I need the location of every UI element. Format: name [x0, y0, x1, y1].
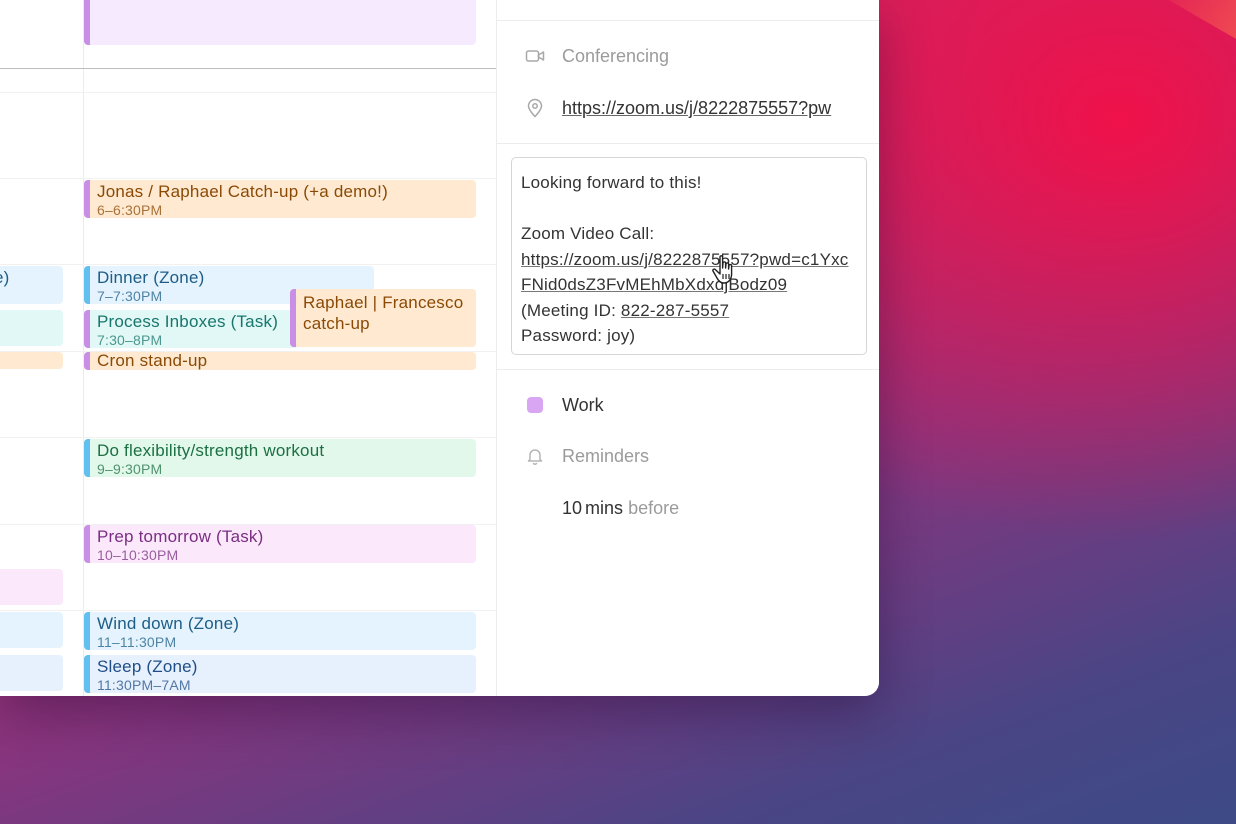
event-time: 11–11:30PM — [97, 634, 177, 650]
divider — [497, 369, 879, 370]
meeting-id-prefix: (Meeting ID: — [521, 300, 621, 320]
event-description[interactable]: Looking forward to this! Zoom Video Call… — [511, 157, 867, 355]
calendar-day-view: Jonas / Raphael Catch-up (+a demo!) 6–6:… — [0, 0, 496, 696]
event-title: Wind down (Zone) — [97, 614, 240, 633]
video-camera-icon — [525, 50, 545, 62]
description-line: Zoom Video Call: — [521, 224, 655, 243]
conferencing-row[interactable]: Conferencing — [497, 41, 879, 71]
calendar-event[interactable] — [0, 655, 63, 691]
calendar-event[interactable]: Sleep (Zone) 11:30PM–7AM — [84, 655, 476, 693]
event-title: Process Inboxes (Task) — [97, 312, 279, 331]
bell-icon — [527, 449, 543, 465]
location-link[interactable]: https://zoom.us/j/8222875557?pw — [562, 98, 831, 118]
event-title: Sleep (Zone) — [97, 657, 198, 676]
location-row[interactable]: https://zoom.us/j/8222875557?pw — [497, 93, 879, 123]
hour-line — [0, 610, 496, 611]
calendar-name: Work — [562, 395, 604, 415]
hour-line — [0, 92, 496, 93]
event-details-panel: Conferencing https://zoom.us/j/822287555… — [496, 0, 879, 696]
calendar-event[interactable]: Jonas / Raphael Catch-up (+a demo!) 6–6:… — [84, 180, 476, 218]
hour-line — [0, 437, 496, 438]
divider — [497, 20, 879, 21]
meeting-id-link[interactable]: 822-287-5557 — [621, 301, 729, 320]
calendar-event[interactable]: Prep tomorrow (Task) 10–10:30PM — [84, 525, 476, 563]
hand-pointer-cursor-icon — [712, 255, 733, 284]
calendar-event[interactable] — [0, 569, 63, 605]
calendar-event[interactable] — [0, 612, 63, 648]
calendar-event[interactable]: Cron stand-up — [84, 352, 476, 370]
calendar-event[interactable] — [0, 352, 63, 369]
event-title: Jonas / Raphael Catch-up (+a demo!) — [97, 182, 388, 201]
calendar-event[interactable]: Do flexibility/strength workout 9–9:30PM — [84, 439, 476, 477]
app-window: Jonas / Raphael Catch-up (+a demo!) 6–6:… — [0, 0, 879, 696]
reminder-value[interactable]: 10 — [562, 498, 582, 518]
calendar-event[interactable]: Wind down (Zone) 11–11:30PM — [84, 612, 476, 650]
reminder-item[interactable]: 10 mins before — [497, 493, 879, 523]
calendar-event[interactable] — [0, 310, 63, 346]
reminder-text: 10 mins before — [562, 498, 679, 518]
calendar-event[interactable] — [84, 0, 476, 45]
description-line: Password: joy) — [521, 326, 636, 345]
description-line: Looking forward to this! — [521, 173, 702, 192]
event-title: Cron stand-up — [97, 352, 208, 370]
event-title: e) — [0, 268, 10, 287]
calendar-row[interactable]: Work — [497, 390, 879, 420]
reminder-suffix: before — [628, 498, 680, 518]
event-time: 11:30PM–7AM — [97, 677, 191, 693]
day-column-divider — [83, 0, 84, 696]
calendar-event[interactable]: e) — [0, 266, 63, 304]
divider — [497, 143, 879, 144]
hour-line — [0, 178, 496, 179]
reminder-unit[interactable]: mins — [585, 498, 623, 518]
event-time: 10–10:30PM — [97, 547, 179, 563]
hour-line — [0, 264, 496, 265]
event-title: Prep tomorrow (Task) — [97, 527, 264, 546]
reminders-row[interactable]: Reminders — [497, 441, 879, 471]
calendar-event[interactable]: Raphael | Francesco catch-up — [290, 289, 476, 347]
zoom-link[interactable]: https://zoom.us/j/8222875557?pwd=c1YxcFN… — [521, 250, 849, 295]
map-pin-icon — [527, 98, 543, 118]
wallpaper-streak — [1143, 0, 1236, 66]
event-title: Raphael | Francesco catch-up — [303, 293, 464, 333]
event-title: Dinner (Zone) — [97, 268, 205, 287]
reminders-label: Reminders — [562, 446, 650, 466]
event-title: Do flexibility/strength workout — [97, 441, 325, 460]
event-time: 7:30–8PM — [97, 332, 163, 348]
current-time-line — [0, 68, 496, 69]
event-time: 6–6:30PM — [97, 202, 163, 218]
calendar-event[interactable]: Process Inboxes (Task) 7:30–8PM — [84, 310, 299, 348]
calendar-color-swatch — [527, 397, 543, 413]
conferencing-label: Conferencing — [562, 46, 670, 66]
event-time: 9–9:30PM — [97, 461, 163, 477]
